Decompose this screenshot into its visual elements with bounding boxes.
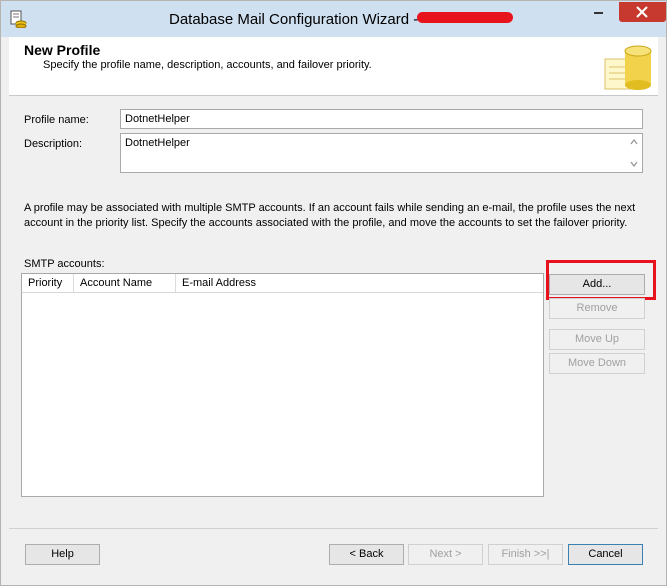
smtp-accounts-grid[interactable]: Priority Account Name E-mail Address: [21, 273, 544, 497]
description-field[interactable]: DotnetHelper: [120, 133, 643, 173]
wizard-header: New Profile Specify the profile name, de…: [9, 37, 658, 96]
description-value: DotnetHelper: [125, 137, 190, 149]
profile-name-field[interactable]: DotnetHelper: [120, 109, 643, 129]
column-header-priority[interactable]: Priority: [22, 274, 74, 292]
scroll-up-icon: [630, 138, 638, 145]
move-up-button[interactable]: Move Up: [549, 329, 645, 350]
column-header-email-address[interactable]: E-mail Address: [176, 274, 416, 292]
description-scrollbar[interactable]: [628, 136, 640, 170]
title-bar[interactable]: Database Mail Configuration Wizard -: [1, 1, 666, 37]
wizard-window: Database Mail Configuration Wizard - New…: [0, 0, 667, 586]
column-header-account-name[interactable]: Account Name: [74, 274, 176, 292]
description-label: Description:: [24, 138, 83, 150]
database-mail-icon: [9, 10, 27, 29]
back-button[interactable]: < Back: [329, 544, 404, 565]
move-down-button[interactable]: Move Down: [549, 353, 645, 374]
grid-header: Priority Account Name E-mail Address: [22, 274, 543, 293]
remove-button[interactable]: Remove: [549, 298, 645, 319]
close-button[interactable]: [619, 2, 666, 22]
page-title: New Profile: [24, 42, 101, 58]
close-icon: [636, 6, 648, 18]
help-button[interactable]: Help: [25, 544, 100, 565]
database-cylinder-icon: [603, 41, 655, 93]
redacted-title-part: [417, 12, 513, 23]
smtp-accounts-label: SMTP accounts:: [24, 258, 105, 270]
next-button[interactable]: Next >: [408, 544, 483, 565]
profile-info-text: A profile may be associated with multipl…: [24, 202, 636, 229]
finish-button[interactable]: Finish >>|: [488, 544, 563, 565]
add-button-highlight: [546, 260, 656, 300]
window-title: Database Mail Configuration Wizard -: [169, 11, 419, 28]
scroll-down-icon: [630, 161, 638, 168]
profile-name-label: Profile name:: [24, 114, 89, 126]
page-subtitle: Specify the profile name, description, a…: [43, 59, 372, 71]
cancel-button[interactable]: Cancel: [568, 544, 643, 565]
minimize-button[interactable]: [583, 2, 615, 22]
footer-separator: [9, 528, 658, 529]
